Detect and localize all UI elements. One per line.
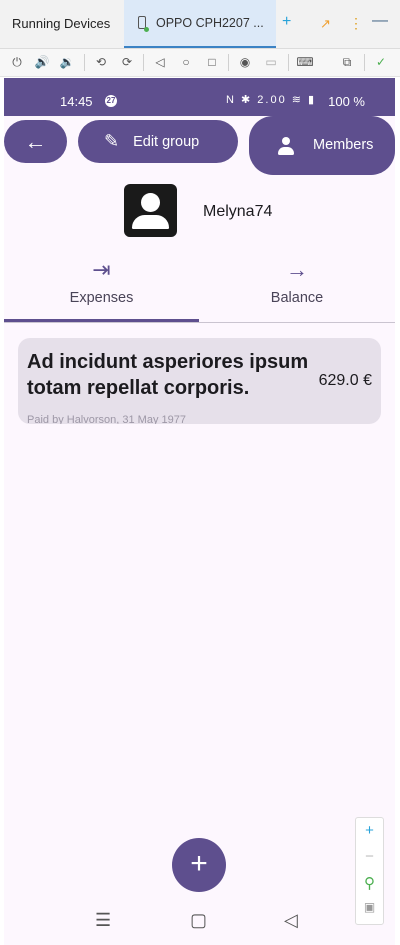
- screenshot-icon[interactable]: ◉: [236, 53, 254, 71]
- tab-divider: [4, 322, 395, 323]
- pencil-icon: ✎: [104, 131, 120, 151]
- status-time: 14:45: [60, 94, 93, 109]
- person-icon: [277, 136, 295, 156]
- net-speed: 2.00: [257, 94, 287, 106]
- home-icon[interactable]: ○: [177, 53, 195, 71]
- volume-down-icon[interactable]: 🔉: [58, 53, 76, 71]
- zoom-fit-icon[interactable]: ⚲: [356, 874, 383, 892]
- rotate-left-icon[interactable]: ⟲: [92, 53, 110, 71]
- arrow-left-icon: ←: [24, 128, 47, 154]
- expense-amount: 629.0 €: [318, 372, 372, 389]
- expense-card[interactable]: Ad incidunt asperiores ipsum totam repel…: [18, 338, 381, 424]
- arrow-right-icon: →: [286, 257, 308, 282]
- expense-subtitle: Paid by Halvorson, 31 May 1977: [27, 414, 186, 424]
- battery-level: 100 %: [328, 94, 365, 109]
- home-nav-icon[interactable]: ▢: [190, 910, 207, 931]
- emulator-toolbar: ⏻ 🔊 🔉 ⟲ ⟳ ◁ ○ □ ◉ ▭ ⌨ ⧉ ✓: [0, 49, 400, 77]
- device-tab-label: OPPO CPH2207 ...: [156, 16, 264, 30]
- divider: [143, 54, 144, 71]
- tab-expenses-label: Expenses: [69, 290, 134, 306]
- status-icons: N ✱ 2.00 ≋ ▮: [226, 94, 317, 106]
- divider: [228, 54, 229, 71]
- group-name: Melyna74: [203, 203, 273, 220]
- add-expense-button[interactable]: +: [172, 838, 226, 892]
- notification-badge: 27: [105, 95, 117, 107]
- app-screen: ← ✎ Edit group Members Melyna74 ⇥ Expens…: [4, 116, 395, 896]
- status-dot: [144, 27, 149, 32]
- members-label: Members: [313, 137, 374, 153]
- tab-balance-label: Balance: [270, 290, 324, 306]
- arrow-expand-icon[interactable]: ↗: [320, 16, 331, 32]
- snapshot-icon[interactable]: ⧉: [338, 53, 356, 71]
- actual-size-icon[interactable]: ▣: [356, 900, 383, 914]
- expense-title: Ad incidunt asperiores ipsum totam repel…: [27, 351, 309, 399]
- plus-icon: +: [190, 847, 208, 880]
- volume-up-icon[interactable]: 🔊: [33, 53, 51, 71]
- back-nav-icon[interactable]: ◁: [284, 910, 298, 931]
- menu-nav-icon[interactable]: ☰: [95, 910, 111, 931]
- ide-header: Running Devices OPPO CPH2207 ... + ↗ ⋮ —: [0, 0, 400, 49]
- power-icon[interactable]: ⏻: [8, 53, 26, 71]
- tab-balance[interactable]: → Balance: [199, 256, 395, 322]
- overview-icon[interactable]: □: [203, 53, 221, 71]
- edit-group-label: Edit group: [133, 133, 200, 150]
- check-icon[interactable]: ✓: [372, 53, 390, 71]
- group-avatar: [124, 184, 177, 237]
- android-nav-bar: ☰ ▢ ◁: [4, 896, 395, 945]
- device-tab[interactable]: OPPO CPH2207 ...: [124, 0, 276, 48]
- panel-title: Running Devices: [12, 16, 111, 31]
- zoom-in-icon[interactable]: +: [356, 822, 383, 839]
- divider: [288, 54, 289, 71]
- kebab-icon[interactable]: ⋮: [349, 15, 363, 32]
- plus-icon[interactable]: +: [282, 13, 291, 31]
- members-button[interactable]: Members: [249, 116, 395, 175]
- back-icon[interactable]: ◁: [151, 53, 169, 71]
- minimize-icon[interactable]: —: [372, 12, 388, 30]
- keyboard-icon[interactable]: ⌨: [296, 53, 314, 71]
- back-button[interactable]: ←: [4, 120, 67, 163]
- zoom-panel: + − ⚲ ▣: [355, 817, 384, 925]
- login-icon: ⇥: [92, 257, 111, 282]
- divider: [84, 54, 85, 71]
- tab-expenses[interactable]: ⇥ Expenses: [4, 256, 199, 322]
- screenrecord-icon[interactable]: ▭: [262, 53, 280, 71]
- zoom-out-icon[interactable]: −: [356, 848, 383, 865]
- edit-group-button[interactable]: ✎ Edit group: [78, 120, 238, 163]
- divider: [364, 54, 365, 71]
- rotate-right-icon[interactable]: ⟳: [118, 53, 136, 71]
- android-status-bar: 14:45 27 N ✱ 2.00 ≋ ▮ 100 %: [4, 78, 395, 116]
